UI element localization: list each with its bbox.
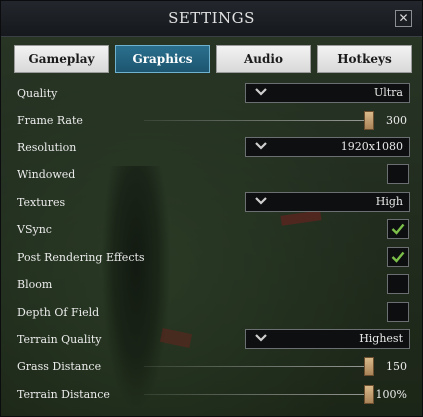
resolution-label: Resolution [17, 141, 77, 154]
depth-of-field-checkbox[interactable] [387, 302, 409, 322]
settings-window: SETTINGS ✕ Gameplay Graphics Audio Hotke… [0, 0, 423, 417]
bloom-label: Bloom [17, 278, 53, 291]
post-rendering-checkbox[interactable] [387, 247, 409, 267]
grass-distance-slider-track[interactable] [144, 366, 369, 367]
bloom-checkbox[interactable] [387, 274, 409, 294]
checkmark-icon [391, 223, 405, 235]
vsync-checkbox[interactable] [387, 219, 409, 239]
textures-value: High [375, 195, 403, 208]
terrain-quality-label: Terrain Quality [17, 333, 102, 346]
chevron-down-icon [255, 197, 267, 205]
chevron-down-icon [255, 334, 267, 342]
chevron-down-icon [255, 88, 267, 96]
grass-distance-slider-thumb[interactable] [364, 357, 374, 376]
terrain-distance-value: 100% [375, 388, 407, 401]
quality-value: Ultra [373, 86, 403, 99]
tab-hotkeys[interactable]: Hotkeys [317, 45, 412, 73]
frame-rate-slider-track[interactable] [144, 120, 369, 121]
grass-distance-value: 150 [386, 360, 407, 373]
depth-of-field-label: Depth Of Field [17, 306, 100, 319]
resolution-dropdown[interactable]: 1920x1080 [245, 137, 410, 157]
checkmark-icon [391, 251, 405, 263]
tab-gameplay[interactable]: Gameplay [14, 45, 109, 73]
terrain-distance-slider-track[interactable] [144, 394, 369, 395]
close-icon[interactable]: ✕ [395, 10, 412, 27]
textures-dropdown[interactable]: High [245, 192, 410, 212]
terrain-quality-dropdown[interactable]: Highest [245, 329, 410, 349]
textures-label: Textures [17, 196, 66, 209]
terrain-quality-value: Highest [359, 332, 403, 345]
frame-rate-label: Frame Rate [17, 114, 83, 127]
quality-dropdown[interactable]: Ultra [245, 83, 410, 103]
tab-graphics[interactable]: Graphics [115, 45, 210, 73]
grass-distance-label: Grass Distance [17, 360, 102, 373]
resolution-value: 1920x1080 [340, 140, 403, 153]
post-rendering-label: Post Rendering Effects [17, 251, 145, 264]
terrain-distance-slider-thumb[interactable] [364, 385, 374, 404]
chevron-down-icon [255, 142, 267, 150]
quality-label: Quality [17, 87, 58, 100]
frame-rate-value: 300 [386, 114, 407, 127]
window-title: SETTINGS [168, 9, 255, 27]
terrain-distance-label: Terrain Distance [17, 388, 110, 401]
windowed-checkbox[interactable] [387, 164, 409, 184]
windowed-label: Windowed [17, 168, 76, 181]
tab-audio[interactable]: Audio [216, 45, 311, 73]
vsync-label: VSync [17, 223, 52, 236]
title-bar: SETTINGS ✕ [1, 1, 422, 37]
frame-rate-slider-thumb[interactable] [364, 111, 374, 130]
